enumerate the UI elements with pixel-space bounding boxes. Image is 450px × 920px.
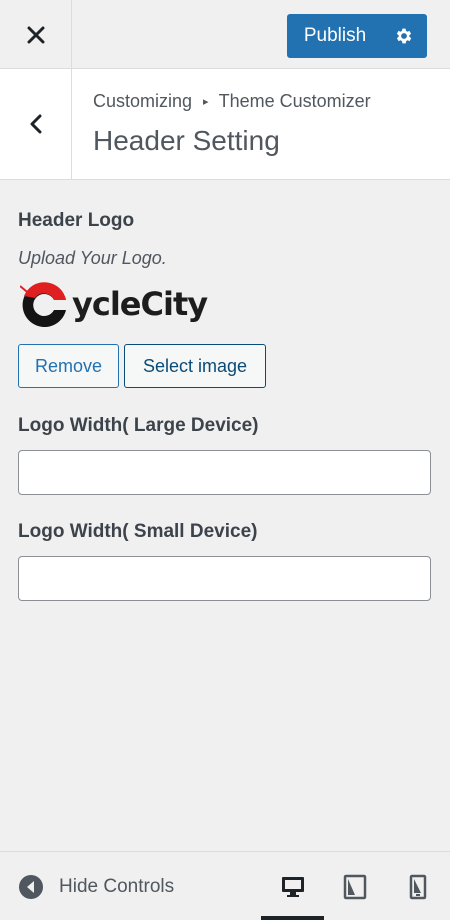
header-logo-label: Header Logo (18, 210, 135, 231)
breadcrumb: Customizing ▸ Theme Customizer (93, 91, 371, 112)
section-title: Header Setting (93, 125, 280, 156)
logo-width-large-input[interactable] (18, 450, 431, 495)
collapse-arrow-icon (19, 874, 43, 899)
publish-settings-button[interactable] (381, 14, 427, 58)
device-mobile-button[interactable] (386, 852, 450, 920)
breadcrumb-current: Theme Customizer (218, 91, 371, 111)
select-image-button[interactable]: Select image (124, 344, 266, 388)
tablet-icon (343, 874, 367, 899)
back-button[interactable] (0, 69, 72, 179)
cyclecity-logo-icon (20, 282, 66, 327)
desktop-icon (281, 876, 304, 897)
hide-controls-button[interactable]: Hide Controls (18, 852, 174, 920)
publish-button[interactable]: Publish (287, 14, 381, 58)
logo-width-small-label: Logo Width( Small Device) (18, 521, 258, 542)
gear-icon (396, 28, 412, 44)
remove-button[interactable]: Remove (18, 344, 119, 388)
header-logo-description: Upload Your Logo. (18, 248, 167, 268)
customizer-header: Publish (0, 0, 450, 69)
hide-controls-label: Hide Controls (59, 875, 175, 897)
mobile-icon (409, 874, 427, 899)
customizer-footer: Hide Controls (0, 851, 450, 920)
breadcrumb-separator-icon: ▸ (203, 96, 209, 108)
logo-text: ycleCity (72, 285, 208, 323)
chevron-left-icon (30, 114, 41, 134)
logo-width-small-input[interactable] (18, 556, 431, 601)
close-button[interactable] (0, 0, 72, 69)
logo-width-large-label: Logo Width( Large Device) (18, 415, 259, 436)
logo-preview: ycleCity (20, 280, 208, 328)
close-icon (27, 26, 44, 43)
device-desktop-button[interactable] (261, 852, 324, 920)
section-header: Customizing ▸ Theme Customizer Header Se… (0, 69, 450, 180)
publish-group: Publish (287, 14, 427, 58)
device-tablet-button[interactable] (324, 852, 386, 920)
breadcrumb-root: Customizing (93, 91, 193, 111)
